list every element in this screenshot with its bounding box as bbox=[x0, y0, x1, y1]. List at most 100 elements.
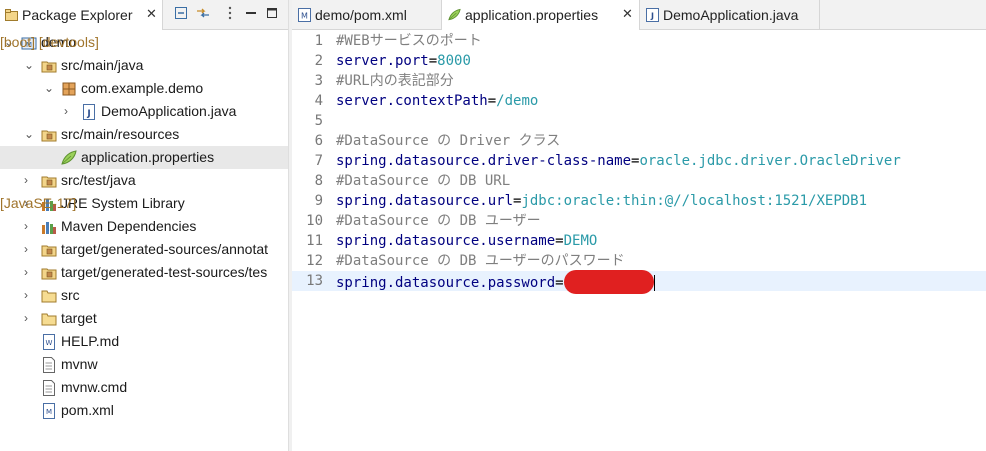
line-number: 2 bbox=[314, 53, 323, 69]
code-line[interactable]: 12 #DataSource の DB ユーザーのパスワード bbox=[292, 251, 986, 271]
minimize-icon[interactable] bbox=[242, 6, 260, 24]
project-tree: ⌄ Mdemo [boot] [devtools] ⌄ src/main/java ⌄ c… bbox=[0, 31, 288, 451]
code-line[interactable]: 10 #DataSource の DB ユーザー bbox=[292, 211, 986, 231]
tree-item[interactable]: › JRE System Library [JavaSE-17] bbox=[0, 192, 288, 215]
view-menu-icon[interactable] bbox=[221, 6, 239, 24]
tree-item[interactable]: application.properties bbox=[0, 146, 288, 169]
tab-demo-application-java[interactable]: J DemoApplication.java bbox=[640, 0, 820, 30]
tree-item-label: src bbox=[61, 287, 80, 303]
chevron-right-icon[interactable]: › bbox=[24, 242, 34, 256]
tree-item-label: target bbox=[61, 310, 97, 326]
tree-item[interactable]: › target/generated-sources/annotat bbox=[0, 238, 288, 261]
properties-file-icon bbox=[448, 8, 461, 21]
line-number: 6 bbox=[314, 133, 323, 149]
tree-item-label: mvnw bbox=[61, 356, 98, 372]
chevron-right-icon[interactable]: › bbox=[24, 265, 34, 279]
chevron-right-icon[interactable]: › bbox=[24, 288, 34, 302]
comment-token: #URL内の表記部分 bbox=[336, 73, 454, 89]
svg-text:W: W bbox=[46, 339, 53, 347]
comment-token: #WEBサービスのポート bbox=[336, 33, 482, 49]
tree-item[interactable]: › src/test/java bbox=[0, 169, 288, 192]
line-number: 4 bbox=[314, 93, 323, 109]
tree-item[interactable]: › J DemoApplication.java bbox=[0, 100, 288, 123]
tree-item-label: src/main/resources bbox=[61, 126, 180, 142]
chevron-right-icon[interactable]: › bbox=[24, 173, 34, 187]
tree-item[interactable]: › target bbox=[0, 307, 288, 330]
line-text: #DataSource の DB ユーザーのパスワード bbox=[336, 251, 625, 271]
package-explorer-view: Package Explorer ✕ ⌄ Mdemo [boot] [devtoo… bbox=[0, 0, 288, 451]
code-line[interactable]: 9 spring.datasource.url=jdbc:oracle:thin:… bbox=[292, 191, 986, 211]
tree-item[interactable]: Mpom.xml bbox=[0, 399, 288, 422]
code-line[interactable]: 5 bbox=[292, 111, 986, 131]
chevron-right-icon[interactable]: › bbox=[64, 104, 74, 118]
tree-item[interactable]: ⌄ src/main/java bbox=[0, 54, 288, 77]
chevron-right-icon[interactable]: › bbox=[24, 311, 34, 325]
svg-text:J: J bbox=[650, 12, 654, 21]
line-number: 1 bbox=[314, 33, 323, 49]
tab-pom-xml[interactable]: M demo/pom.xml bbox=[292, 0, 442, 30]
tree-item[interactable]: ⌄ com.example.demo bbox=[0, 77, 288, 100]
line-number: 3 bbox=[314, 73, 323, 89]
redaction-mark bbox=[563, 270, 654, 294]
collapse-all-icon[interactable] bbox=[172, 6, 190, 24]
editor-tab-bar: M demo/pom.xml application.properties ✕ … bbox=[292, 0, 986, 30]
chevron-down-icon[interactable]: ⌄ bbox=[24, 127, 34, 141]
comment-token: #DataSource の DB ユーザーのパスワード bbox=[336, 253, 625, 269]
maximize-icon[interactable] bbox=[263, 6, 281, 24]
tree-item[interactable]: mvnw.cmd bbox=[0, 376, 288, 399]
markdown-file-icon: W bbox=[43, 334, 55, 350]
comment-token: #DataSource の DB URL bbox=[336, 173, 511, 189]
folder-icon bbox=[41, 313, 57, 326]
code-line[interactable]: 4 server.contextPath=/demo bbox=[292, 91, 986, 111]
key-token: server.contextPath bbox=[336, 93, 488, 109]
line-number: 10 bbox=[306, 213, 323, 229]
tree-item-label: application.properties bbox=[81, 149, 215, 165]
operator-token: = bbox=[555, 275, 564, 291]
tree-item[interactable]: ⌄ src/main/resources bbox=[0, 123, 288, 146]
source-folder-icon bbox=[41, 130, 57, 142]
chevron-down-icon[interactable]: ⌄ bbox=[24, 58, 34, 72]
file-icon bbox=[43, 380, 55, 396]
line-number: 9 bbox=[314, 193, 323, 209]
operator-token: = bbox=[428, 53, 438, 69]
code-line[interactable]: 2 server.port=8000 bbox=[292, 51, 986, 71]
link-with-editor-icon[interactable] bbox=[194, 6, 212, 24]
line-number: 7 bbox=[314, 153, 323, 169]
line-text: spring.datasource.url=jdbc:oracle:thin:@… bbox=[336, 191, 867, 211]
code-line[interactable]: 1 #WEBサービスのポート bbox=[292, 31, 986, 51]
source-folder-icon bbox=[41, 268, 57, 280]
key-token: spring.datasource.password bbox=[336, 275, 556, 291]
library-icon bbox=[42, 222, 56, 234]
value-token: jdbc:oracle:thin:@//localhost:1521/XEPDB… bbox=[521, 193, 868, 209]
tree-item[interactable]: ⌄ Mdemo [boot] [devtools] bbox=[0, 31, 288, 54]
code-line[interactable]: 13 spring.datasource.password= bbox=[292, 270, 986, 294]
tab-pom-xml-label: demo/pom.xml bbox=[315, 7, 407, 23]
line-text: spring.datasource.username=DEMO bbox=[336, 231, 597, 251]
code-line[interactable]: 3 #URL内の表記部分 bbox=[292, 71, 986, 91]
close-icon[interactable]: ✕ bbox=[146, 6, 157, 22]
chevron-right-icon[interactable]: › bbox=[24, 219, 34, 233]
code-line[interactable]: 6 #DataSource の Driver クラス bbox=[292, 131, 986, 151]
tab-application-properties-label: application.properties bbox=[465, 7, 599, 23]
close-icon[interactable]: ✕ bbox=[622, 6, 633, 22]
value-token: /demo bbox=[496, 93, 539, 109]
tree-item[interactable]: › target/generated-test-sources/tes bbox=[0, 261, 288, 284]
line-text: #DataSource の DB ユーザー bbox=[336, 211, 541, 231]
tree-item[interactable]: W HELP.md bbox=[0, 330, 288, 353]
code-line[interactable]: 8 #DataSource の DB URL bbox=[292, 171, 986, 191]
tab-package-explorer[interactable]: Package Explorer ✕ bbox=[0, 0, 163, 30]
chevron-down-icon[interactable]: ⌄ bbox=[44, 81, 54, 95]
source-folder-icon bbox=[41, 61, 57, 73]
tree-item[interactable]: › src bbox=[0, 284, 288, 307]
value-token: 8000 bbox=[437, 53, 471, 69]
folder-icon bbox=[41, 290, 57, 303]
tree-item[interactable]: › Maven Dependencies bbox=[0, 215, 288, 238]
value-token: oracle.jdbc.driver.OracleDriver bbox=[639, 153, 901, 169]
package-icon bbox=[62, 82, 76, 96]
tab-application-properties[interactable]: application.properties ✕ bbox=[442, 0, 640, 30]
value-token: DEMO bbox=[563, 233, 598, 249]
tree-item[interactable]: mvnw bbox=[0, 353, 288, 376]
code-editor[interactable]: 1 #WEBサービスのポート 2 server.port=8000 3 #URL内の表記部… bbox=[292, 31, 986, 451]
code-line[interactable]: 7 spring.datasource.driver-class-name=ora… bbox=[292, 151, 986, 171]
code-line[interactable]: 11 spring.datasource.username=DEMO bbox=[292, 231, 986, 251]
